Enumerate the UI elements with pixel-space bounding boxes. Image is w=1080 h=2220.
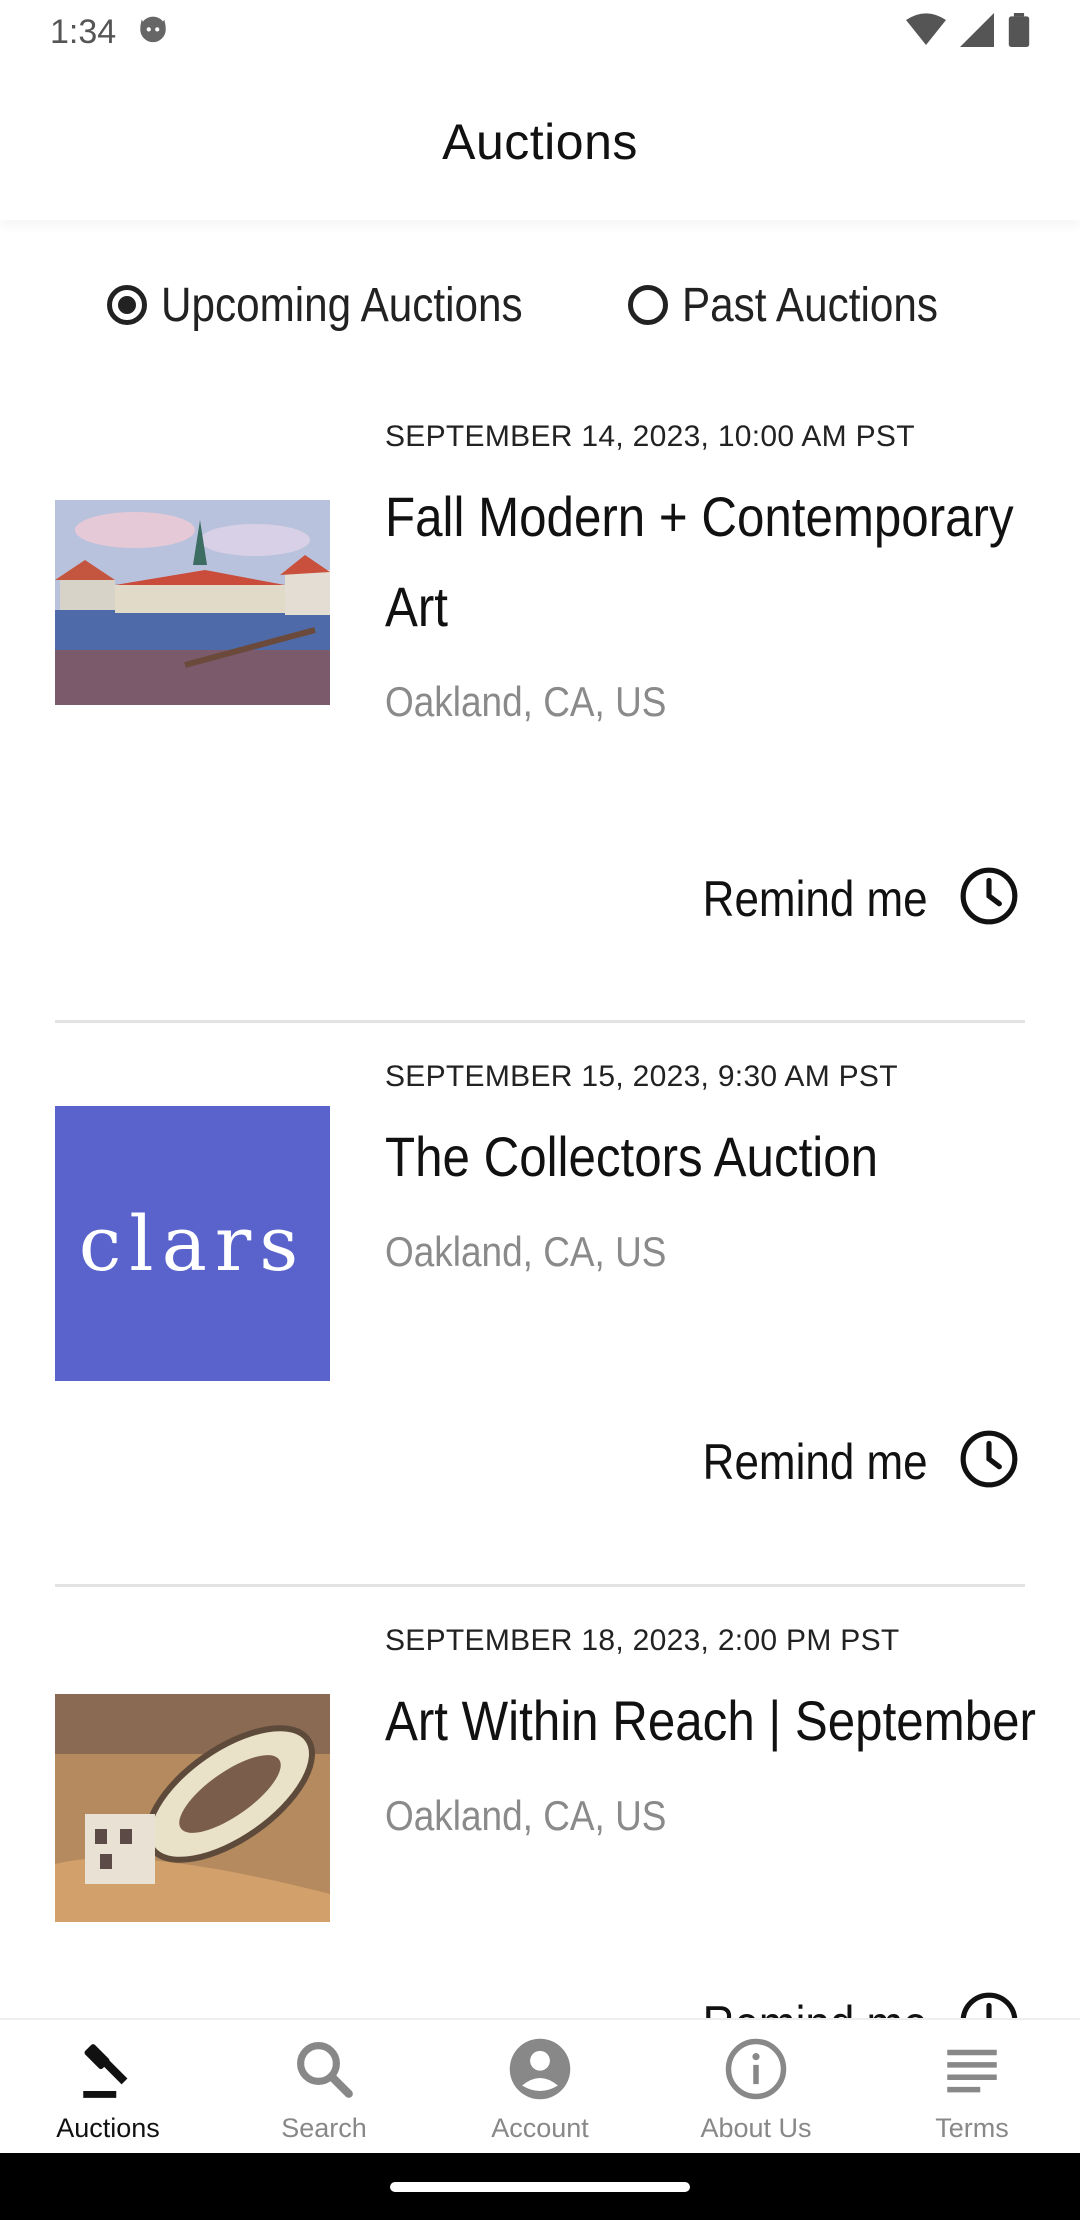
status-bar: 1:34 (0, 0, 1080, 64)
auction-thumbnail: clars (55, 1106, 330, 1381)
upcoming-auctions-radio[interactable]: Upcoming Auctions (107, 278, 572, 333)
status-time: 1:34 (50, 12, 117, 51)
nav-search[interactable]: Search (216, 2020, 432, 2155)
gesture-bar (0, 2153, 1080, 2220)
nav-auctions[interactable]: Auctions (0, 2020, 216, 2155)
search-icon (291, 2036, 357, 2107)
auction-item[interactable]: SEPTEMBER 18, 2023, 2:00 PM PST Art With… (0, 1624, 1080, 2052)
home-gesture-handle[interactable] (390, 2181, 690, 2192)
app-bar: Auctions (0, 64, 1080, 220)
nav-label: About Us (700, 2113, 812, 2143)
divider (55, 1020, 1025, 1023)
auction-date: SEPTEMBER 15, 2023, 9:30 AM PST (385, 1060, 898, 1093)
account-icon (507, 2036, 573, 2107)
page-title: Auctions (442, 114, 638, 170)
nav-label: Terms (935, 2113, 1009, 2143)
signal-icon (960, 12, 994, 52)
radio-label: Upcoming Auctions (161, 278, 523, 332)
past-auctions-radio[interactable]: Past Auctions (628, 278, 973, 333)
auction-location: Oakland, CA, US (385, 678, 667, 725)
nav-terms[interactable]: Terms (864, 2020, 1080, 2155)
auction-location: Oakland, CA, US (385, 1228, 667, 1275)
auction-thumbnail (55, 500, 330, 705)
nav-about-us[interactable]: About Us (648, 2020, 864, 2155)
radio-unselected-icon (628, 285, 669, 325)
bottom-nav: Auctions Search Account About Us Terms (0, 2018, 1080, 2155)
nav-account[interactable]: Account (432, 2020, 648, 2155)
auction-title: The Collectors Auction (385, 1125, 879, 1188)
gavel-icon (75, 2036, 141, 2107)
nav-label: Search (281, 2113, 367, 2143)
info-icon (723, 2036, 789, 2107)
clock-icon (958, 865, 1020, 932)
clars-logo: clars (78, 1199, 307, 1288)
remind-me-button[interactable]: Remind me (672, 865, 1020, 932)
auction-date: SEPTEMBER 18, 2023, 2:00 PM PST (385, 1624, 900, 1657)
remind-me-label: Remind me (703, 870, 928, 927)
auction-item[interactable]: clars SEPTEMBER 15, 2023, 9:30 AM PST Th… (0, 1060, 1080, 1580)
nav-label: Account (491, 2113, 589, 2143)
radio-label: Past Auctions (682, 278, 938, 332)
auction-date: SEPTEMBER 14, 2023, 10:00 AM PST (385, 420, 915, 453)
battery-icon (1008, 12, 1030, 52)
auction-thumbnail (55, 1694, 330, 1922)
cat-icon (136, 11, 170, 54)
auction-item[interactable]: SEPTEMBER 14, 2023, 10:00 AM PST Fall Mo… (0, 420, 1080, 1020)
auction-title: Art Within Reach | September (385, 1689, 1036, 1752)
remind-me-label: Remind me (703, 1433, 928, 1490)
remind-me-button[interactable]: Remind me (672, 1428, 1020, 1495)
divider (55, 1584, 1025, 1587)
clock-icon (958, 1428, 1020, 1495)
auction-location: Oakland, CA, US (385, 1792, 667, 1839)
notes-icon (939, 2036, 1005, 2107)
nav-label: Auctions (56, 2113, 160, 2143)
radio-selected-icon (107, 285, 148, 325)
wifi-icon (906, 12, 946, 52)
auction-filter: Upcoming Auctions Past Auctions (0, 270, 1080, 340)
auction-title: Fall Modern + Contemporary Art (385, 485, 1014, 638)
